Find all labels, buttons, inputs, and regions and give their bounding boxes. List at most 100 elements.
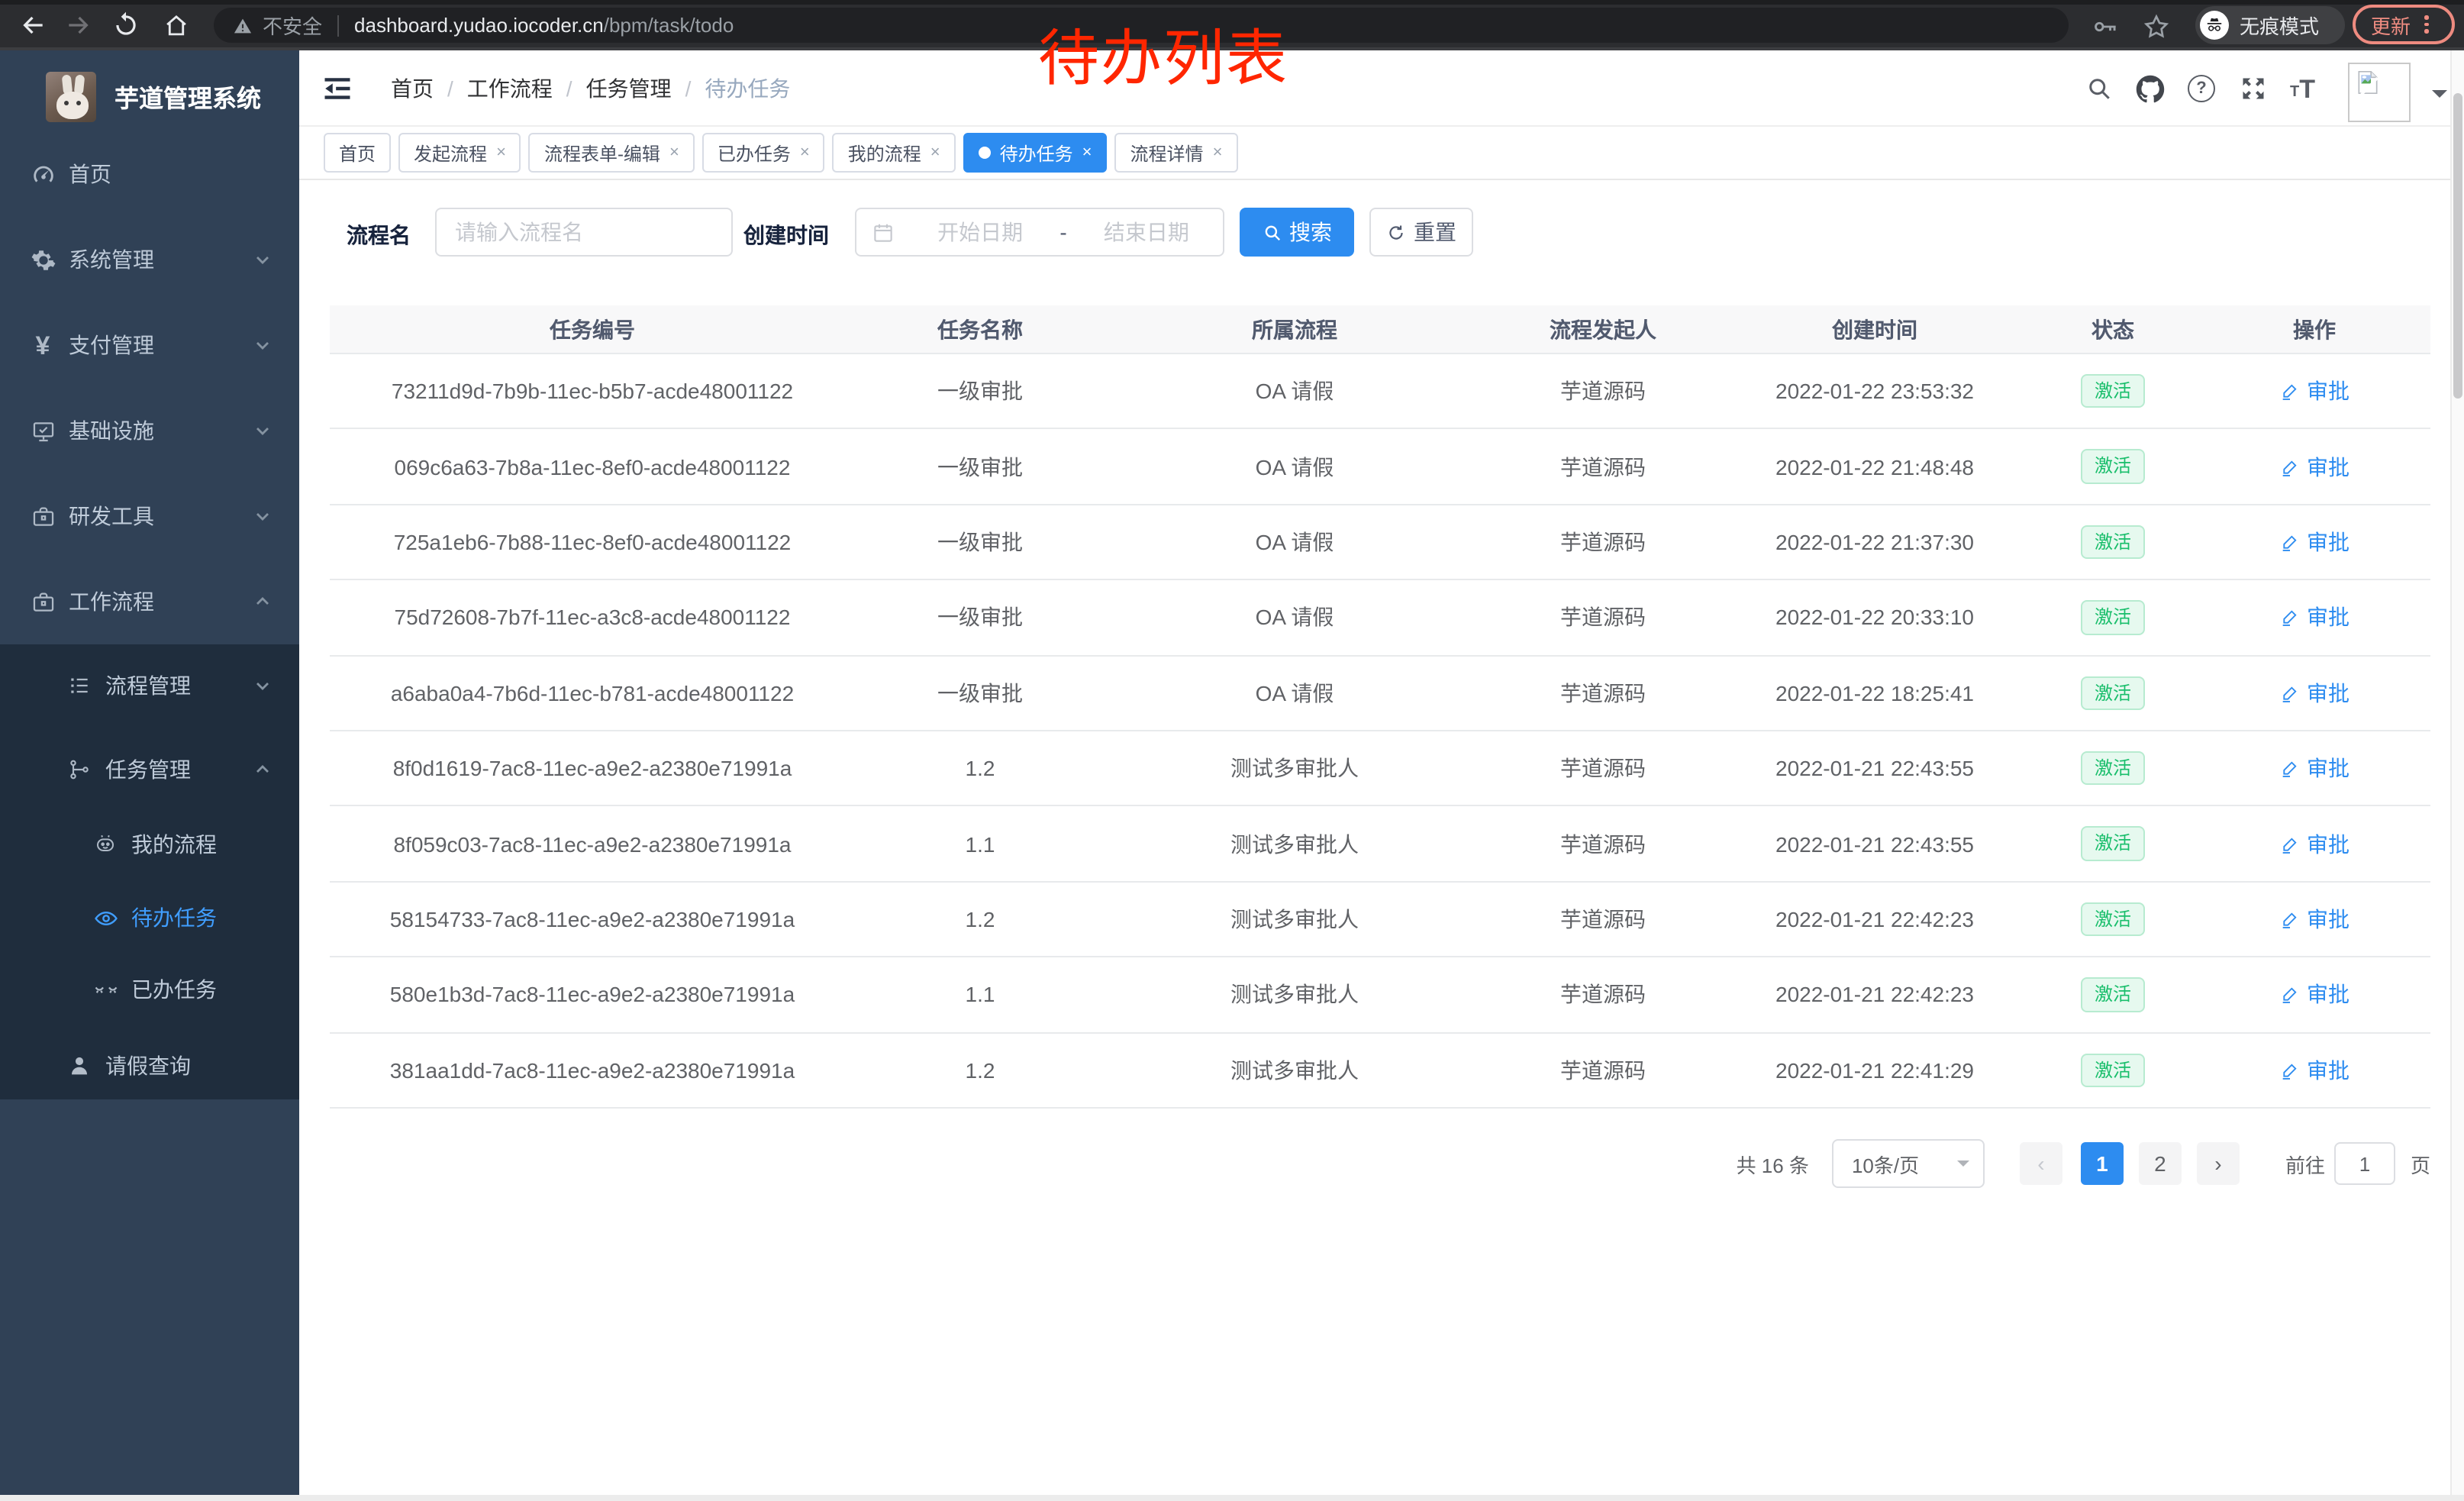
- close-tab-icon[interactable]: ×: [1082, 144, 1092, 161]
- col-starter: 流程发起人: [1484, 305, 1722, 353]
- breadcrumb-workflow[interactable]: 工作流程: [467, 73, 553, 104]
- org-icon: [61, 757, 98, 782]
- sidebar-item-process-mgmt[interactable]: 流程管理: [0, 647, 299, 724]
- search-icon[interactable]: [2085, 75, 2113, 102]
- sidebar-item-my-process[interactable]: 我的流程: [0, 811, 299, 878]
- reset-button[interactable]: 重置: [1369, 208, 1473, 257]
- key-icon[interactable]: [2091, 12, 2121, 41]
- date-range-input[interactable]: 开始日期 - 结束日期: [855, 208, 1224, 257]
- approve-link[interactable]: 审批: [2279, 980, 2350, 1010]
- cell-task-name: 一级审批: [855, 505, 1105, 579]
- search-button[interactable]: 搜索: [1240, 208, 1354, 257]
- status-badge: 激活: [2081, 600, 2145, 634]
- sidebar-item-infra[interactable]: 基础设施: [0, 388, 299, 473]
- cell-starter: 芋道源码: [1484, 430, 1722, 504]
- browser-forward-icon[interactable]: [64, 11, 93, 40]
- page-1-button[interactable]: 1: [2081, 1142, 2124, 1185]
- cell-action: 审批: [2198, 505, 2430, 579]
- url-text[interactable]: dashboard.yudao.iocoder.cn/bpm/task/todo: [354, 14, 734, 37]
- close-tab-icon[interactable]: ×: [669, 144, 679, 161]
- breadcrumb-separator: /: [685, 76, 692, 101]
- cell-task-id: 580e1b3d-7ac8-11ec-a9e2-a2380e71991a: [330, 957, 855, 1031]
- cell-process: OA 请假: [1105, 656, 1484, 730]
- kebab-menu-icon[interactable]: [2424, 16, 2428, 34]
- status-badge: 激活: [2081, 450, 2145, 484]
- avatar[interactable]: [2348, 63, 2411, 122]
- sidebar-item-payment[interactable]: ¥ 支付管理: [0, 302, 299, 388]
- sidebar: 芋道管理系统 首页 系统管理 ¥ 支付管理 基础设施 研发工具 工作: [0, 50, 299, 1501]
- approve-link[interactable]: 审批: [2279, 451, 2350, 482]
- col-task-id: 任务编号: [330, 305, 855, 353]
- sidebar-item-label: 我的流程: [131, 829, 217, 860]
- tab-process-detail[interactable]: 流程详情×: [1115, 133, 1238, 173]
- help-icon[interactable]: ?: [2188, 75, 2215, 102]
- page-scrollbar[interactable]: [2450, 50, 2464, 1501]
- approve-link[interactable]: 审批: [2279, 527, 2350, 557]
- sidebar-item-system[interactable]: 系统管理: [0, 217, 299, 302]
- close-tab-icon[interactable]: ×: [496, 144, 506, 161]
- breadcrumb-home[interactable]: 首页: [391, 73, 434, 104]
- not-secure-icon: [232, 15, 253, 36]
- update-label: 更新: [2371, 10, 2411, 39]
- goto-label: 前往: [2285, 1149, 2325, 1178]
- tab-form-edit[interactable]: 流程表单-编辑×: [529, 133, 695, 173]
- approve-link[interactable]: 审批: [2279, 602, 2350, 633]
- chevron-down-icon: [1957, 1160, 1969, 1173]
- github-icon[interactable]: [2136, 75, 2165, 104]
- cell-created-time: 2022-01-22 21:37:30: [1722, 505, 2027, 579]
- cell-action: 审批: [2198, 882, 2430, 956]
- close-tab-icon[interactable]: ×: [1213, 144, 1223, 161]
- range-separator: -: [1056, 220, 1069, 244]
- browser-reload-icon[interactable]: [111, 11, 140, 40]
- close-tab-icon[interactable]: ×: [930, 144, 940, 161]
- sidebar-item-task-mgmt[interactable]: 任务管理: [0, 731, 299, 808]
- collapse-sidebar-icon[interactable]: [321, 72, 354, 105]
- cell-status: 激活: [2027, 580, 2198, 654]
- app-logo: [46, 71, 96, 121]
- goto-page-input[interactable]: [2334, 1142, 2395, 1185]
- tab-my-process[interactable]: 我的流程×: [833, 133, 956, 173]
- update-button[interactable]: 更新: [2353, 5, 2455, 44]
- approve-link[interactable]: 审批: [2279, 376, 2350, 406]
- chevron-down-icon: [253, 676, 272, 695]
- sidebar-item-leave-query[interactable]: 请假查询: [0, 1028, 299, 1104]
- breadcrumb-task-mgmt[interactable]: 任务管理: [586, 73, 672, 104]
- page-2-button[interactable]: 2: [2139, 1142, 2182, 1185]
- avatar-caret-icon[interactable]: [2432, 90, 2447, 105]
- next-page-button[interactable]: ›: [2197, 1142, 2240, 1185]
- approve-link[interactable]: 审批: [2279, 904, 2350, 934]
- cell-action: 审批: [2198, 354, 2430, 428]
- fullscreen-icon[interactable]: [2240, 75, 2267, 102]
- browser-back-icon[interactable]: [18, 11, 47, 40]
- sidebar-item-workflow[interactable]: 工作流程: [0, 559, 299, 644]
- not-secure-label[interactable]: 不安全: [263, 11, 322, 40]
- sidebar-item-label: 支付管理: [69, 330, 154, 360]
- prev-page-button[interactable]: ‹: [2020, 1142, 2062, 1185]
- sidebar-item-label: 流程管理: [105, 670, 191, 701]
- close-tab-icon[interactable]: ×: [800, 144, 810, 161]
- tab-start-process[interactable]: 发起流程×: [398, 133, 521, 173]
- approve-link[interactable]: 审批: [2279, 1054, 2350, 1085]
- page-size-select[interactable]: 10条/页: [1832, 1139, 1985, 1188]
- browser-home-icon[interactable]: [162, 11, 191, 40]
- sidebar-item-done-tasks[interactable]: 已办任务: [0, 956, 299, 1023]
- tab-home[interactable]: 首页: [324, 133, 391, 173]
- sidebar-item-devtools[interactable]: 研发工具: [0, 473, 299, 559]
- scrollbar-thumb[interactable]: [2453, 93, 2462, 399]
- sidebar-item-home[interactable]: 首页: [0, 131, 299, 217]
- approve-link[interactable]: 审批: [2279, 678, 2350, 709]
- cell-process: 测试多审批人: [1105, 731, 1484, 805]
- process-name-input[interactable]: [435, 208, 733, 257]
- end-date-placeholder: 结束日期: [1070, 217, 1223, 247]
- approve-link[interactable]: 审批: [2279, 828, 2350, 859]
- url-domain: dashboard.yudao.iocoder.cn: [354, 14, 604, 37]
- approve-link[interactable]: 审批: [2279, 753, 2350, 783]
- col-created-time: 创建时间: [1722, 305, 2027, 353]
- font-size-icon[interactable]: TT: [2290, 78, 2315, 102]
- tab-todo-tasks[interactable]: 待办任务×: [963, 133, 1108, 173]
- app-title: 芋道管理系统: [114, 78, 261, 115]
- sidebar-item-todo-tasks[interactable]: 待办任务: [0, 884, 299, 951]
- star-icon[interactable]: [2142, 12, 2171, 41]
- status-badge: 激活: [2081, 374, 2145, 408]
- tab-done-tasks[interactable]: 已办任务×: [702, 133, 825, 173]
